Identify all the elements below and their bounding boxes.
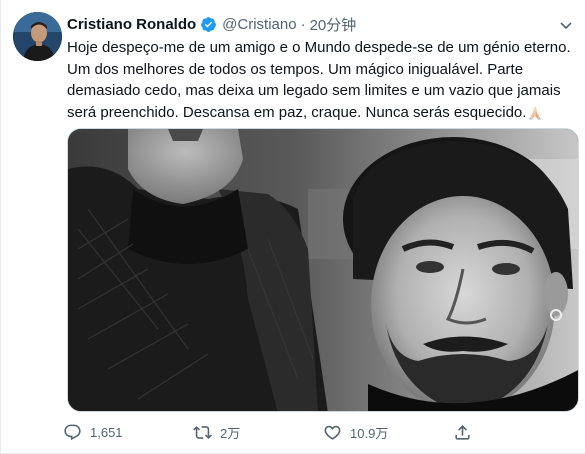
like-button[interactable]: 10.9万 [323, 423, 453, 442]
like-count: 10.9万 [350, 426, 389, 441]
tweet-body: Hoje despeço-me de um amigo e o Mundo de… [67, 39, 571, 121]
tweet-header: Cristiano Ronaldo @Cristiano · 20分钟 [67, 14, 575, 35]
reply-icon [64, 424, 81, 441]
user-handle[interactable]: @Cristiano [222, 16, 296, 33]
folded-hands-emoji-icon [529, 105, 542, 119]
tweet-card[interactable]: Cristiano Ronaldo @Cristiano · 20分钟 Hoje… [0, 0, 585, 454]
avatar[interactable] [13, 12, 62, 61]
display-name[interactable]: Cristiano Ronaldo [67, 16, 196, 33]
verified-badge-icon [201, 17, 217, 32]
retweet-count: 2万 [220, 426, 241, 441]
separator-dot: · [300, 16, 306, 33]
heart-icon [324, 425, 341, 440]
tweet-timestamp[interactable]: 20分钟 [310, 14, 357, 35]
tweet-photo[interactable] [67, 128, 579, 412]
avatar-photo [13, 12, 62, 61]
tweet-image-bw-photo [68, 129, 578, 411]
retweet-icon [193, 426, 212, 439]
tweet-actions: 1,651 2万 10.9万 [63, 423, 493, 442]
more-options-chevron-down-icon[interactable] [557, 16, 575, 34]
reply-count: 1,651 [90, 425, 123, 440]
share-button[interactable] [453, 423, 493, 442]
reply-button[interactable]: 1,651 [63, 423, 193, 442]
share-icon [455, 425, 470, 440]
tweet-text: Hoje despeço-me de um amigo e o Mundo de… [67, 37, 579, 123]
retweet-button[interactable]: 2万 [193, 423, 323, 442]
